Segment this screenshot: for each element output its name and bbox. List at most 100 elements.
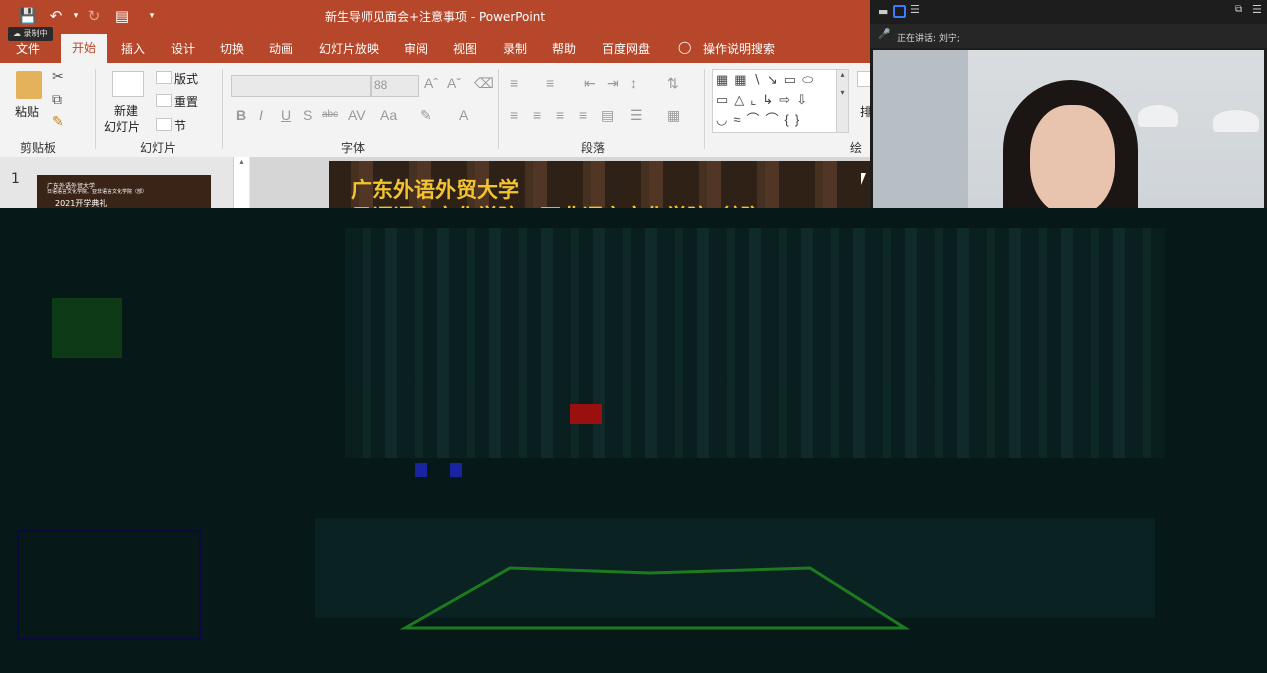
italic-icon[interactable]: I: [259, 107, 263, 123]
popout-icon[interactable]: ⧉: [1235, 4, 1242, 15]
speaking-label: 正在讲话: 刘宁;: [897, 34, 960, 44]
settings-menu-icon[interactable]: ☰: [1252, 3, 1262, 16]
align-text-icon[interactable]: ▦: [667, 107, 680, 124]
oval-icon[interactable]: ⬭: [802, 72, 819, 87]
align-right-icon[interactable]: ≡: [556, 107, 564, 123]
paragraph-group-label: 段落: [581, 141, 606, 155]
tab-baidu[interactable]: 百度网盘: [602, 40, 650, 57]
align-left-icon[interactable]: ≡: [510, 107, 518, 123]
justify-icon[interactable]: ≡: [579, 107, 587, 123]
new-slide-icon[interactable]: [112, 71, 144, 97]
line-icon[interactable]: ∖: [753, 72, 767, 87]
elbow-icon[interactable]: ⌞: [750, 92, 762, 107]
blue-artifact-2: [450, 463, 462, 477]
slide-thumbnail-pane: 1 广东外语外贸大学 日语语言文化学院、亚非语言文化学院（部） 2021开学典礼…: [0, 157, 250, 209]
paste-icon[interactable]: [16, 71, 42, 99]
align-center-icon[interactable]: ≡: [533, 107, 541, 123]
triangle-icon[interactable]: △: [734, 92, 750, 107]
font-name-input[interactable]: [231, 75, 371, 97]
new-slide-label[interactable]: 新建: [114, 102, 138, 119]
shapes-gallery[interactable]: ▦▦∖↘▭⬭ ▭△⌞↳⇨⇩ ◡≈⌒⌒{}: [712, 69, 841, 133]
down-arrow-icon[interactable]: ⇩: [796, 92, 813, 107]
strikethrough-icon[interactable]: abc: [322, 109, 338, 120]
decrease-indent-icon[interactable]: ⇤: [584, 75, 596, 92]
elbow-arrow-icon[interactable]: ↳: [762, 92, 779, 107]
font-color-icon[interactable]: A: [459, 107, 468, 123]
tab-record[interactable]: 录制: [503, 40, 527, 57]
clear-format-icon[interactable]: ⌫: [474, 75, 494, 92]
freeform-icon[interactable]: ◡: [716, 112, 733, 127]
numbering-icon[interactable]: ≡: [546, 75, 554, 91]
ribbon: 粘贴 ✂ ⧉ ✎ 剪贴板 新建 幻灯片 版式 重置 节 幻灯片 88 Aˆ Aˇ…: [0, 63, 872, 172]
tab-animations[interactable]: 动画: [269, 40, 293, 57]
thumbnail-scrollbar[interactable]: ▴: [233, 157, 249, 209]
tab-slideshow[interactable]: 幻灯片放映: [319, 40, 379, 57]
highlight-icon[interactable]: ✎: [420, 107, 432, 124]
tab-insert[interactable]: 插入: [121, 40, 145, 57]
document-title: 新生导师见面会+注意事项 - PowerPoint: [324, 10, 546, 24]
vertical-textbox-icon[interactable]: ▦: [734, 72, 752, 87]
increase-font-icon[interactable]: Aˆ: [424, 75, 438, 91]
tab-help[interactable]: 帮助: [552, 40, 576, 57]
slide-thumbnail[interactable]: 广东外语外贸大学 日语语言文化学院、亚非语言文化学院（部） 2021开学典礼: [37, 175, 211, 209]
font-size-input[interactable]: 88: [371, 75, 419, 97]
gallery-view-icon[interactable]: [893, 5, 906, 18]
curve-icon[interactable]: ⌒: [746, 112, 765, 127]
tab-tell-me[interactable]: 操作说明搜索: [703, 40, 775, 57]
cloud-icon: ☁: [13, 29, 21, 38]
new-slide-label-2[interactable]: 幻灯片: [104, 118, 140, 135]
tab-home[interactable]: 开始: [61, 34, 107, 63]
tab-file[interactable]: 文件: [16, 40, 40, 57]
open-book-outline: [400, 566, 910, 630]
tab-review[interactable]: 审阅: [404, 40, 428, 57]
right-arrow-icon[interactable]: ⇨: [779, 92, 796, 107]
cut-icon[interactable]: ✂: [52, 68, 64, 85]
thumbnail-outline: [17, 530, 201, 640]
ceiling-lamp-2: [1213, 110, 1259, 132]
textbox-icon[interactable]: ▦: [716, 72, 734, 87]
brace-left-icon[interactable]: {: [785, 112, 795, 127]
divider: [704, 69, 705, 149]
increase-indent-icon[interactable]: ⇥: [607, 75, 619, 92]
minimize-icon[interactable]: ▬: [878, 5, 888, 18]
decrease-font-icon[interactable]: Aˇ: [447, 75, 461, 91]
underline-icon[interactable]: U: [281, 107, 291, 123]
shapes-scroll[interactable]: ▴ ▾: [836, 69, 849, 133]
tab-view[interactable]: 视图: [453, 40, 477, 57]
columns-icon[interactable]: ☰: [630, 107, 643, 124]
layout-button[interactable]: 版式: [174, 70, 198, 87]
participant-face: [1030, 105, 1115, 208]
divider: [498, 69, 499, 149]
tab-design[interactable]: 设计: [171, 40, 195, 57]
list-view-icon[interactable]: ☰: [910, 3, 920, 16]
section-icon: [156, 118, 172, 131]
shadow-icon[interactable]: S: [303, 107, 312, 123]
microphone-icon: 🎤: [878, 29, 891, 40]
bold-icon[interactable]: B: [236, 107, 246, 123]
paste-button[interactable]: 粘贴: [15, 103, 39, 120]
arc-icon[interactable]: ⌒: [766, 112, 785, 127]
change-case-icon[interactable]: Aa: [380, 107, 397, 123]
scribble-icon[interactable]: ≈: [733, 112, 746, 127]
text-direction-icon[interactable]: ⇅: [667, 75, 679, 92]
reset-button[interactable]: 重置: [174, 93, 198, 110]
slides-group-label: 幻灯片: [140, 141, 177, 155]
rectangle-shape-icon[interactable]: ▭: [716, 92, 734, 107]
mouse-cursor-icon: [861, 173, 866, 185]
distributed-icon[interactable]: ▤: [601, 107, 614, 124]
line-spacing-icon[interactable]: ↕: [630, 75, 637, 91]
bullets-icon[interactable]: ≡: [510, 75, 518, 91]
participant-video: [873, 50, 1264, 208]
copy-icon[interactable]: ⧉: [52, 91, 62, 108]
char-spacing-icon[interactable]: AV: [348, 107, 366, 123]
brace-right-icon[interactable]: }: [795, 112, 805, 127]
slide-title-line-1: 广东外语外贸大学: [351, 178, 519, 202]
format-painter-icon[interactable]: ✎: [52, 113, 64, 130]
arrow-line-icon[interactable]: ↘: [767, 72, 784, 87]
rectangle-icon[interactable]: ▭: [784, 72, 802, 87]
blue-artifact: [415, 463, 427, 477]
corrupted-screen-region: [0, 208, 1267, 673]
tab-transitions[interactable]: 切换: [220, 40, 244, 57]
faded-bookshelf: [345, 228, 1165, 458]
section-button[interactable]: 节: [174, 117, 186, 134]
